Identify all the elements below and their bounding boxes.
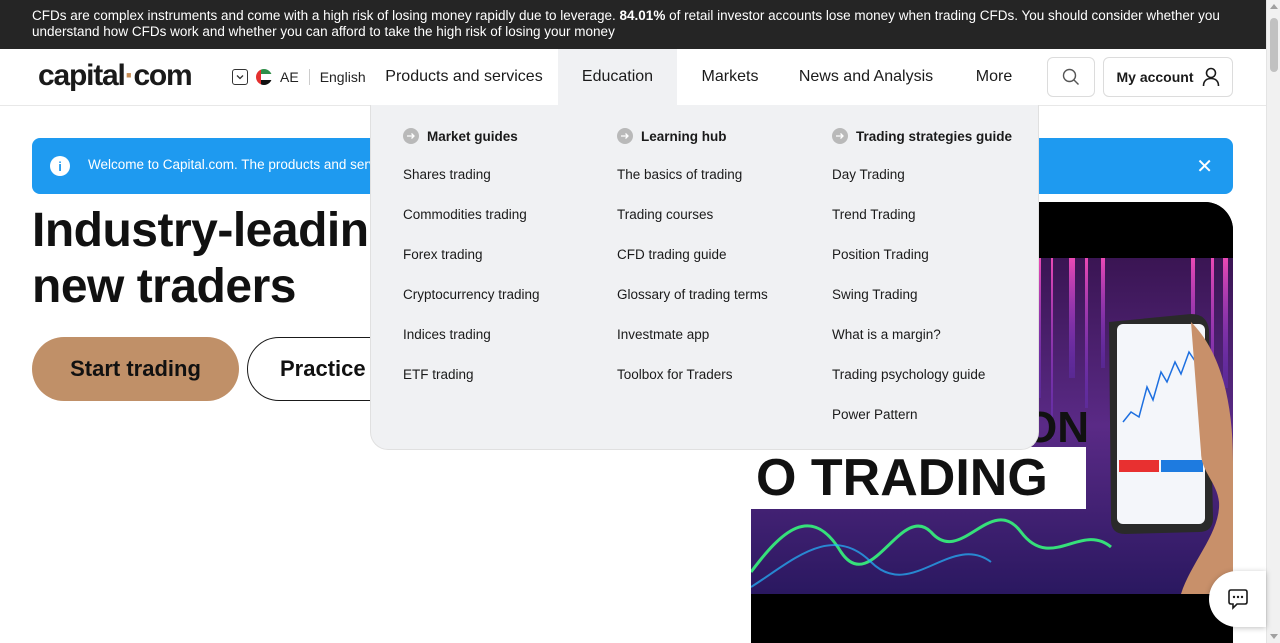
risk-warning-bar: CFDs are complex instruments and come wi… — [0, 0, 1266, 49]
language-label[interactable]: English — [320, 69, 366, 85]
menu-item-basics-of-trading[interactable]: The basics of trading — [617, 166, 768, 206]
column-title: Learning hub — [641, 128, 727, 144]
scroll-up-arrow-icon[interactable] — [1270, 4, 1278, 9]
my-account-button[interactable]: My account — [1103, 57, 1233, 97]
menu-item-commodities-trading[interactable]: Commodities trading — [403, 206, 540, 246]
nav-label: Products and services — [385, 68, 543, 85]
column-title: Trading strategies guide — [856, 128, 1013, 144]
trading-strategies-column: Trading strategies guide Day Trading Tre… — [832, 127, 1012, 446]
nav-label: Education — [581, 68, 654, 85]
region-divider — [308, 69, 310, 85]
nav-products-and-services[interactable]: Products and services — [380, 49, 548, 105]
menu-item-what-is-a-margin[interactable]: What is a margin? — [832, 326, 1012, 366]
menu-item-cfd-trading-guide[interactable]: CFD trading guide — [617, 246, 768, 286]
menu-item-position-trading[interactable]: Position Trading — [832, 246, 1012, 286]
menu-item-trading-psychology-guide[interactable]: Trading psychology guide — [832, 366, 1012, 406]
nav-label: Markets — [701, 68, 759, 85]
logo-text-right: com — [133, 59, 192, 92]
logo-text-left: capital — [38, 59, 126, 92]
menu-item-cryptocurrency-trading[interactable]: Cryptocurrency trading — [403, 286, 540, 326]
learning-hub-heading[interactable]: Learning hub — [617, 127, 768, 145]
menu-item-etf-trading[interactable]: ETF trading — [403, 366, 540, 406]
menu-item-day-trading[interactable]: Day Trading — [832, 166, 1012, 206]
education-dropdown-menu: Market guides Shares trading Commodities… — [370, 105, 1039, 450]
menu-item-swing-trading[interactable]: Swing Trading — [832, 286, 1012, 326]
warning-text-start: CFDs are complex instruments and come wi… — [32, 8, 620, 23]
region-language-selector[interactable]: AE English — [232, 68, 366, 86]
promo-text-lower: O TRADING — [756, 449, 1048, 507]
page-scrollbar[interactable] — [1266, 0, 1280, 643]
arrow-right-icon — [832, 128, 848, 144]
start-trading-button[interactable]: Start trading — [32, 337, 239, 401]
market-guides-heading[interactable]: Market guides — [403, 127, 540, 145]
menu-item-trading-courses[interactable]: Trading courses — [617, 206, 768, 246]
nav-education[interactable]: Education — [558, 49, 677, 105]
column-title: Market guides — [427, 128, 518, 144]
nav-markets[interactable]: Markets — [690, 49, 770, 105]
menu-item-glossary[interactable]: Glossary of trading terms — [617, 286, 768, 326]
search-button[interactable] — [1047, 57, 1095, 97]
user-icon — [1202, 67, 1219, 87]
info-icon: i — [50, 156, 70, 176]
scroll-down-arrow-icon[interactable] — [1270, 634, 1278, 639]
nav-label: More — [975, 68, 1013, 85]
menu-item-toolbox-for-traders[interactable]: Toolbox for Traders — [617, 366, 768, 406]
nav-news-and-analysis[interactable]: News and Analysis — [798, 49, 934, 105]
menu-item-investmate-app[interactable]: Investmate app — [617, 326, 768, 366]
uae-flag-icon — [256, 69, 272, 85]
scroll-thumb[interactable] — [1270, 18, 1278, 72]
account-label: My account — [1116, 69, 1194, 85]
chat-bubble-icon — [1227, 589, 1248, 610]
search-icon — [1062, 68, 1079, 85]
region-code: AE — [280, 69, 299, 85]
site-header: capital·com AE English Products and serv… — [0, 49, 1266, 106]
arrow-right-icon — [617, 128, 633, 144]
market-guides-column: Market guides Shares trading Commodities… — [403, 127, 540, 406]
live-chat-button[interactable] — [1209, 571, 1266, 627]
menu-item-trend-trading[interactable]: Trend Trading — [832, 206, 1012, 246]
menu-item-shares-trading[interactable]: Shares trading — [403, 166, 540, 206]
nav-more[interactable]: More — [962, 49, 1026, 105]
nav-label: News and Analysis — [798, 68, 934, 85]
menu-item-indices-trading[interactable]: Indices trading — [403, 326, 540, 366]
notice-text: Welcome to Capital.com. The products and… — [88, 157, 376, 172]
trading-strategies-heading[interactable]: Trading strategies guide — [832, 127, 1012, 145]
close-icon[interactable]: ✕ — [1196, 154, 1213, 179]
chevron-down-icon[interactable] — [232, 69, 248, 85]
learning-hub-column: Learning hub The basics of trading Tradi… — [617, 127, 768, 406]
menu-item-power-pattern[interactable]: Power Pattern — [832, 406, 1012, 446]
capital-com-logo[interactable]: capital·com — [38, 59, 193, 93]
menu-item-forex-trading[interactable]: Forex trading — [403, 246, 540, 286]
warning-percent: 84.01% — [619, 8, 666, 23]
arrow-right-icon — [403, 128, 419, 144]
